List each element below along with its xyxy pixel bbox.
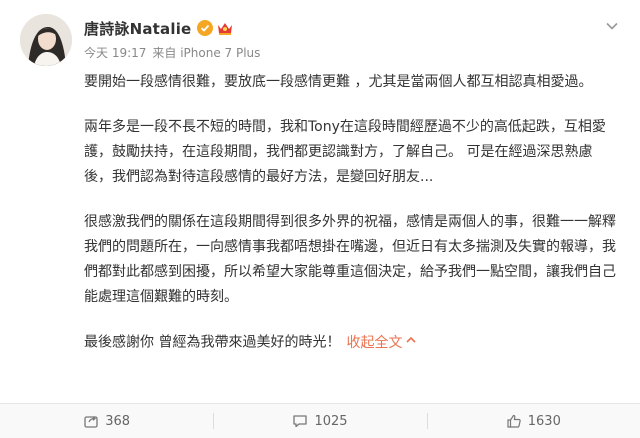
comment-icon xyxy=(293,415,308,428)
post-closing-text: 最後感謝你 曾經為我帶來過美好的時光！ xyxy=(84,334,341,351)
user-line: 唐詩詠Natalie xyxy=(84,16,234,40)
comment-count: 1025 xyxy=(314,413,348,429)
avatar[interactable] xyxy=(20,14,72,66)
collapse-label[interactable]: 收起全文 xyxy=(346,335,402,351)
post-source: 来自 iPhone 7 Plus xyxy=(152,46,261,60)
thumbs-up-icon xyxy=(507,414,521,428)
post-last-line: 最後感謝你 曾經為我帶來過美好的時光！ 收起全文 xyxy=(84,330,618,356)
verified-badge-icon xyxy=(197,20,214,36)
post-content: 要開始一段感情很難，要放底一段感情更難 ，尤其是當兩個人都互相認真相愛過。 兩年… xyxy=(84,70,618,356)
collapse-button[interactable]: 收起全文 xyxy=(346,335,417,351)
post-time[interactable]: 今天 19:17 xyxy=(84,46,146,60)
share-icon xyxy=(84,416,98,428)
repost-button[interactable]: 368 xyxy=(0,404,213,438)
post-header: 唐詩詠Natalie 今天 19:17 来自 iPhone 7 Plus xyxy=(20,10,620,70)
repost-count: 368 xyxy=(105,413,131,429)
action-bar: 368 1025 1630 xyxy=(0,403,640,438)
like-count: 1630 xyxy=(527,413,561,429)
chevron-up-icon[interactable] xyxy=(405,330,417,355)
like-button[interactable]: 1630 xyxy=(426,404,640,438)
weibo-post: 唐詩詠Natalie 今天 19:17 来自 iPhone 7 Plus 要開始一… xyxy=(0,0,640,438)
chevron-down-icon[interactable] xyxy=(604,18,620,34)
post-paragraph: 很感激我們的關係在這段期間得到很多外界的祝福，感情是兩個人的事，很難一一解釋我們… xyxy=(84,214,616,305)
post-paragraph: 兩年多是一段不長不短的時間，我和Tony在這段時間經歷過不少的高低起跌，互相愛護… xyxy=(84,119,606,185)
vip-badge-icon[interactable] xyxy=(216,20,234,36)
post-paragraph: 要開始一段感情很難，要放底一段感情更難 ，尤其是當兩個人都互相認真相愛過。 xyxy=(84,74,593,90)
comment-button[interactable]: 1025 xyxy=(213,404,426,438)
post-meta: 今天 19:17 来自 iPhone 7 Plus xyxy=(84,44,260,61)
username[interactable]: 唐詩詠Natalie xyxy=(84,18,191,39)
